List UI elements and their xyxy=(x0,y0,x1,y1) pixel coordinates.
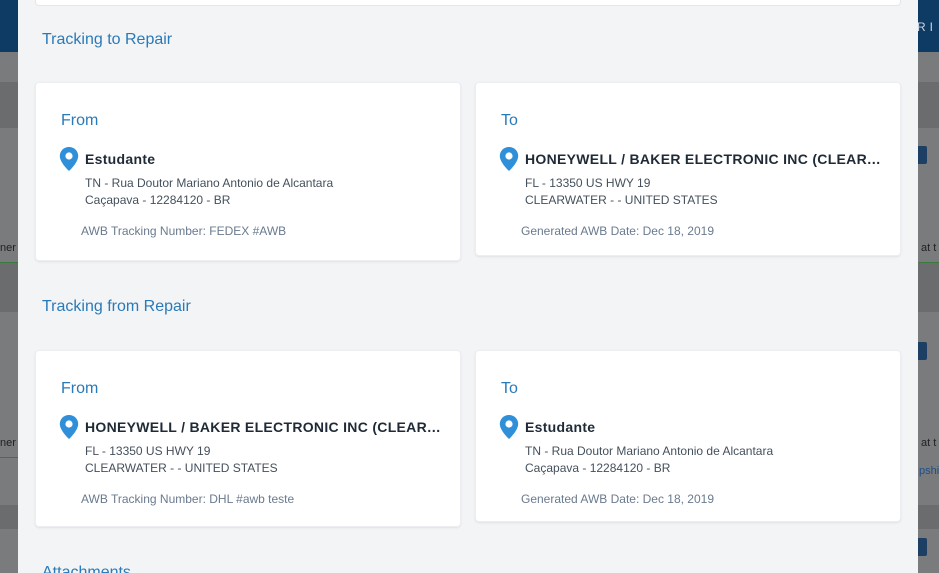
address-line-1: FL - 13350 US HWY 19 xyxy=(85,444,211,458)
background-divider xyxy=(919,262,939,263)
address-line-1: FL - 13350 US HWY 19 xyxy=(525,176,651,190)
card-label-from: From xyxy=(61,380,99,397)
modal-previous-card-edge xyxy=(35,0,901,6)
address-line-2: Caçapava - 12284120 - BR xyxy=(525,461,671,475)
location-name: HONEYWELL / BAKER ELECTRONIC INC (CLEARW… xyxy=(525,151,883,167)
location-name: Estudante xyxy=(85,151,156,167)
location-name: HONEYWELL / BAKER ELECTRONIC INC (CLEARW… xyxy=(85,419,445,435)
from-card: From HONEYWELL / BAKER ELECTRONIC INC (C… xyxy=(35,350,461,527)
address-line-1: TN - Rua Doutor Mariano Antonio de Alcan… xyxy=(525,444,774,458)
card-label-to: To xyxy=(501,112,518,129)
awb-tracking-number: AWB Tracking Number: FEDEX #AWB xyxy=(81,224,287,238)
generated-awb-date: Generated AWB Date: Dec 18, 2019 xyxy=(521,224,715,238)
address-line-2: CLEARWATER - - UNITED STATES xyxy=(525,193,718,207)
address-line-2: Caçapava - 12284120 - BR xyxy=(85,193,231,207)
map-pin-icon xyxy=(499,147,519,171)
card-label-to: To xyxy=(501,380,518,397)
generated-awb-date: Generated AWB Date: Dec 18, 2019 xyxy=(521,492,715,506)
address-line-1: TN - Rua Doutor Mariano Antonio de Alcan… xyxy=(85,176,334,190)
background-right-label: at t xyxy=(921,242,937,254)
background-link: pshi xyxy=(919,465,939,477)
background-top-right-text: RI xyxy=(917,20,937,34)
from-card: From Estudante TN - Rua Doutor Mariano A… xyxy=(35,82,461,261)
awb-tracking-number: AWB Tracking Number: DHL #awb teste xyxy=(81,492,295,506)
background-left-label: ner xyxy=(0,437,16,449)
map-pin-icon xyxy=(59,147,79,171)
card-label-from: From xyxy=(61,112,99,129)
to-card: To HONEYWELL / BAKER ELECTRONIC INC (CLE… xyxy=(475,82,901,256)
to-card: To Estudante TN - Rua Doutor Mariano Ant… xyxy=(475,350,901,522)
background-divider xyxy=(0,262,18,263)
map-pin-icon xyxy=(499,415,519,439)
background-divider xyxy=(0,457,18,458)
background-left-label: ner xyxy=(0,242,16,254)
location-name: Estudante xyxy=(525,419,596,435)
section-title-attachments: Attachments xyxy=(42,564,131,573)
map-pin-icon xyxy=(59,415,79,439)
background-right-label: at t xyxy=(921,437,937,449)
section-title-tracking-from-repair: Tracking from Repair xyxy=(42,298,191,315)
section-title-tracking-to-repair: Tracking to Repair xyxy=(42,31,173,48)
tracking-modal: Tracking to Repair From Estudante TN - R… xyxy=(18,0,918,573)
address-line-2: CLEARWATER - - UNITED STATES xyxy=(85,461,278,475)
